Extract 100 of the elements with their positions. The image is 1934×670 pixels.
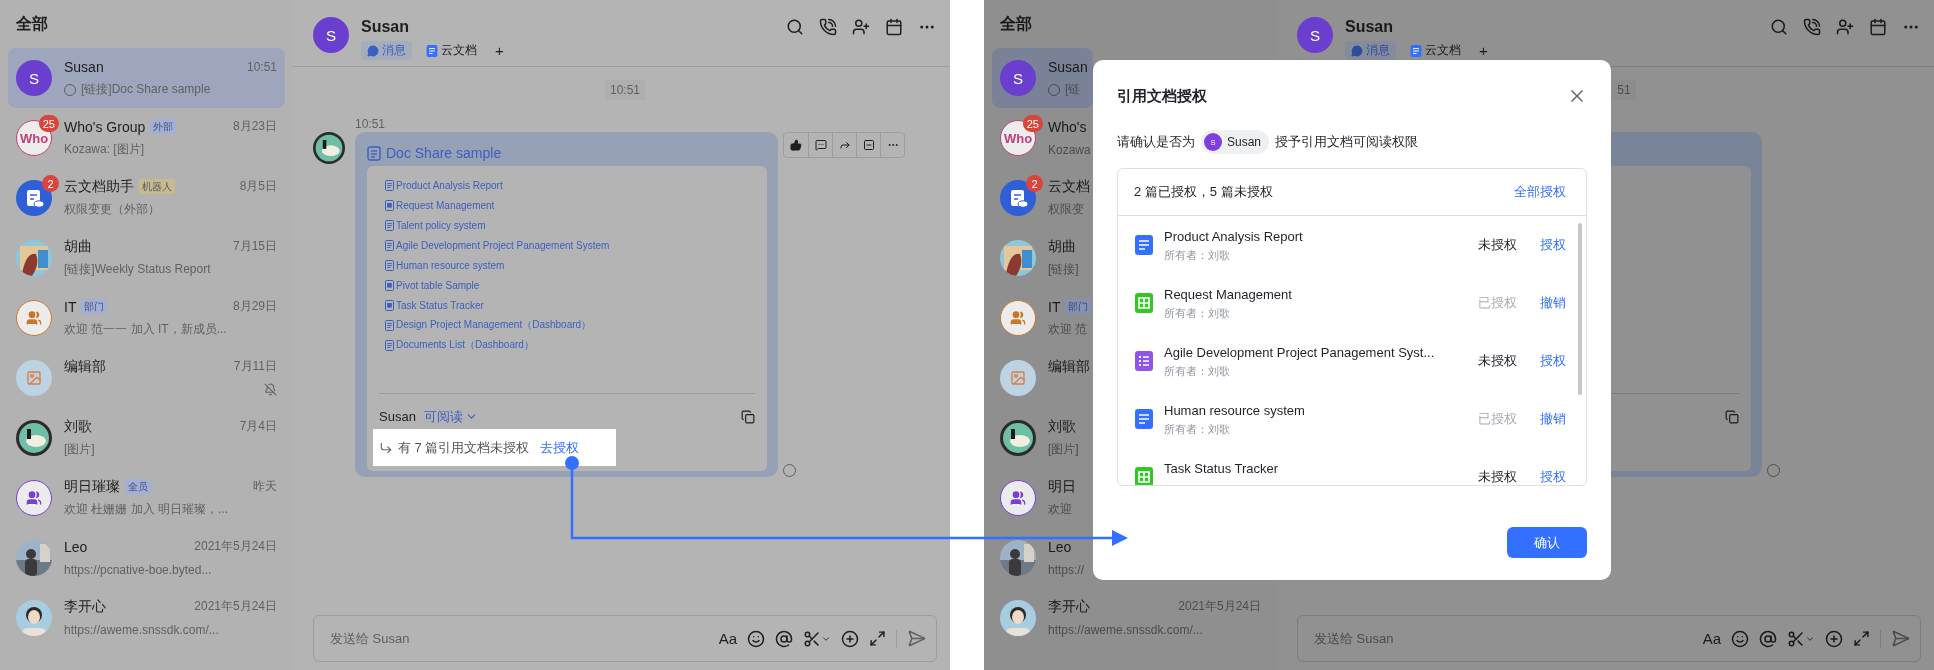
- chat-name: Leo: [1048, 538, 1072, 555]
- doc-link[interactable]: Product Analysis Report: [379, 175, 755, 195]
- copy-icon[interactable]: [741, 409, 755, 424]
- add-person-icon[interactable]: [852, 18, 870, 36]
- document-icon: [426, 44, 438, 57]
- doc-link[interactable]: Documents List（Dashboard）: [379, 335, 755, 355]
- chat-time: 7月15日: [232, 238, 277, 255]
- chat-item[interactable]: Who 25 Who's Group 外部 8月23日 Kozawa: [图片]: [8, 108, 285, 168]
- authorization-action-link[interactable]: 授权: [1540, 236, 1566, 254]
- chat-item[interactable]: 刘歌 [图片]: [992, 408, 1093, 468]
- chat-tag: 部门: [81, 299, 108, 314]
- chat-time: 10:51: [246, 59, 277, 74]
- chat-name: 明日: [1048, 477, 1076, 496]
- add-tab-button[interactable]: +: [491, 42, 508, 59]
- avatar: S: [1000, 60, 1036, 96]
- chat-time: 昨天: [253, 478, 277, 495]
- avatar-text: Who: [1003, 130, 1033, 146]
- chat-item[interactable]: 2 云文档 权限变: [992, 168, 1093, 228]
- chat-name: Who's Group: [64, 118, 146, 135]
- doc-link[interactable]: Pivot table Sample: [379, 275, 755, 295]
- calendar-icon[interactable]: [1869, 18, 1887, 36]
- chat-item[interactable]: 编辑部: [992, 348, 1093, 408]
- scissors-icon: [1787, 629, 1805, 648]
- message-input[interactable]: 发送给 Susan: [328, 630, 709, 647]
- calendar-icon[interactable]: [885, 18, 903, 36]
- copy-icon[interactable]: [1725, 409, 1739, 424]
- chat-preview: [链接]: [1048, 261, 1079, 278]
- chat-item[interactable]: 明日 欢迎: [992, 468, 1093, 528]
- spreadsheet-icon: [1134, 467, 1154, 485]
- chat-bubble-icon: [367, 44, 379, 57]
- image-icon: [26, 370, 42, 386]
- doc-link[interactable]: Agile Development Project Panagement System: [379, 235, 755, 255]
- chat-item[interactable]: 刘歌 7月4日 [图片]: [8, 408, 285, 468]
- chat-item[interactable]: 明日璀璨 全员 昨天 欢迎 杜姗姗 加入 明日璀璨，...: [8, 468, 285, 528]
- at-sign-icon: [1759, 629, 1777, 648]
- format-button[interactable]: Aa: [718, 628, 737, 649]
- emoji-button[interactable]: [1731, 628, 1749, 649]
- chat-name: 云文档助手: [64, 177, 134, 196]
- mention-button[interactable]: [1759, 628, 1777, 649]
- add-tab-button[interactable]: +: [1475, 42, 1492, 59]
- send-button[interactable]: [907, 628, 926, 649]
- mention-button[interactable]: [775, 628, 793, 649]
- authorization-action-link[interactable]: 授权: [1540, 468, 1566, 485]
- chat-name: Susan: [1048, 58, 1088, 75]
- add-person-icon[interactable]: [1836, 18, 1854, 36]
- grant-all-link[interactable]: 全部授权: [1514, 183, 1566, 201]
- chat-name: 胡曲: [1048, 237, 1076, 256]
- authorization-status: 已授权: [1478, 294, 1518, 312]
- chat-item[interactable]: IT 部门 8月29日 欢迎 范一一 加入 IT，新成员...: [8, 288, 285, 348]
- emoji-button[interactable]: [747, 628, 765, 649]
- chat-item[interactable]: Leo 2021年5月24日 https://pcnative-boe.byted...: [8, 528, 285, 588]
- chat-item[interactable]: IT 部门 欢迎 范: [992, 288, 1093, 348]
- chat-name: Susan: [64, 58, 104, 75]
- format-button[interactable]: Aa: [1702, 628, 1721, 649]
- chat-item[interactable]: 李开心 2021年5月24日 https://aweme.snssdk.com/...: [992, 588, 1269, 648]
- chat-item[interactable]: 李开心 2021年5月24日 https://aweme.snssdk.com/...: [8, 588, 285, 648]
- doc-link[interactable]: Talent policy system: [379, 215, 755, 235]
- message-input[interactable]: 发送给 Susan: [1312, 630, 1693, 647]
- search-icon[interactable]: [786, 18, 804, 36]
- chat-item[interactable]: Leo https://: [992, 528, 1093, 588]
- phone-icon[interactable]: [819, 18, 837, 36]
- permission-dropdown[interactable]: 可阅读: [423, 407, 478, 426]
- chat-tab[interactable]: 云文档: [420, 41, 483, 60]
- authorization-action-link[interactable]: 授权: [1540, 352, 1566, 370]
- chat-title: Susan: [1345, 17, 1394, 37]
- chat-name: 胡曲: [64, 237, 92, 256]
- spreadsheet-icon: [385, 279, 394, 291]
- expand-button[interactable]: [869, 628, 886, 649]
- chat-item[interactable]: 2 云文档助手 机器人 8月5日 权限变更（外部）: [8, 168, 285, 228]
- chat-item[interactable]: 胡曲 [链接]: [992, 228, 1093, 288]
- avatar-text: Who: [19, 130, 49, 146]
- add-button[interactable]: [1825, 628, 1843, 649]
- search-icon[interactable]: [1770, 18, 1788, 36]
- scrollbar[interactable]: [1578, 223, 1582, 395]
- chat-item[interactable]: 编辑部 7月11日: [8, 348, 285, 408]
- document-title: Request Management: [1164, 286, 1293, 303]
- authorization-summary: 2 篇已授权，5 篇未授权: [1134, 183, 1273, 201]
- doc-link[interactable]: Task Status Tracker: [379, 295, 755, 315]
- phone-icon[interactable]: [1803, 18, 1821, 36]
- authorize-link[interactable]: 去授权: [540, 438, 580, 457]
- expand-button[interactable]: [1853, 628, 1870, 649]
- chat-item[interactable]: 胡曲 7月15日 [链接]Weekly Status Report: [8, 228, 285, 288]
- chat-tag: 外部: [150, 119, 177, 134]
- doc-link[interactable]: Request Management: [379, 195, 755, 215]
- authorization-action-link[interactable]: 撤销: [1540, 294, 1566, 312]
- plus-circle-icon: [841, 629, 859, 648]
- people-icon: [26, 310, 42, 326]
- add-button[interactable]: [841, 628, 859, 649]
- doc-link[interactable]: Design Project Management（Dashboard）: [379, 315, 755, 335]
- doc-link[interactable]: Human resource system: [379, 255, 755, 275]
- document-icon: [385, 219, 394, 231]
- confirm-button[interactable]: 确认: [1507, 527, 1587, 558]
- chat-item[interactable]: S Susan 10:51 [链接]Doc Share sample: [8, 48, 285, 108]
- chat-item[interactable]: S Susan [链: [992, 48, 1093, 108]
- image-icon: [1010, 370, 1026, 386]
- authorization-action-link[interactable]: 撤销: [1540, 410, 1566, 428]
- prompt-text: 请确认是否为: [1117, 133, 1195, 151]
- chat-tab[interactable]: 云文档: [1404, 41, 1467, 60]
- send-button[interactable]: [1891, 628, 1910, 649]
- chat-item[interactable]: Who 25 Who's Kozawa: [992, 108, 1093, 168]
